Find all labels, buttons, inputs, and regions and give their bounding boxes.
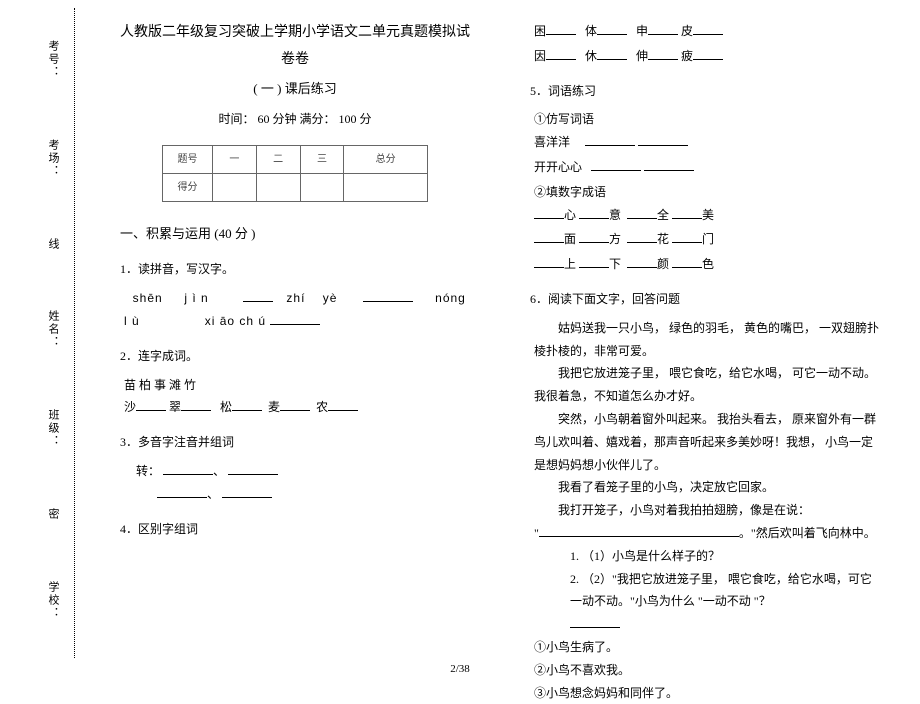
blank-field[interactable] — [163, 463, 213, 475]
cell[interactable] — [256, 173, 300, 201]
page-content: 人教版二年级复习突破上学期小学语文二单元真题模拟试卷卷 ( 一 ) 课后练习 时… — [90, 0, 920, 681]
sub-question: 2. （2）"我把它放进笼子里， 喂它食吃，给它水喝，可它一动不动。"小鸟为什么… — [530, 568, 880, 614]
imitate-row: 喜洋洋 — [530, 131, 880, 154]
blank-field[interactable] — [181, 399, 211, 411]
passage-paragraph: 我看了看笼子里的小鸟，决定放它回家。 — [530, 476, 880, 499]
answer-blank-row — [530, 613, 880, 636]
cell: 三 — [300, 145, 344, 173]
blank-field[interactable] — [648, 48, 678, 60]
question-label: 5．词语练习 — [530, 80, 880, 103]
question-label: 1．读拼音，写汉字。 — [120, 258, 470, 281]
blank-field[interactable] — [534, 207, 564, 219]
margin-xingming: 姓名： — [45, 310, 61, 349]
passage-paragraph: 姑妈送我一只小鸟， 绿色的羽毛， 黄色的嘴巴， 一双翅膀扑棱扑棱的，非常可爱。 — [530, 317, 880, 363]
imitate-row: 开开心心 — [530, 156, 880, 179]
blank-field[interactable] — [597, 48, 627, 60]
sub-question: 1. （1）小鸟是什么样子的？ — [530, 545, 880, 568]
table-row: 题号 一 二 三 总分 — [163, 145, 428, 173]
passage-paragraph: 突然，小鸟朝着窗外叫起来。 我抬头看去， 原来窗外有一群鸟儿欢叫着、嬉戏着，那声… — [530, 408, 880, 476]
blank-field[interactable] — [232, 399, 262, 411]
word-row: 沙 翠 松 麦 农 — [120, 396, 470, 419]
blank-field[interactable] — [693, 48, 723, 60]
blank-field[interactable] — [546, 48, 576, 60]
cell: 二 — [256, 145, 300, 173]
distinguish-row: 困 体 申 皮 — [530, 20, 880, 43]
blank-field[interactable] — [280, 399, 310, 411]
word-row: 苗 柏 事 滩 竹 — [120, 374, 470, 397]
blank-field[interactable] — [539, 525, 739, 537]
option: ③小鸟想念妈妈和同伴了。 — [530, 682, 880, 704]
table-row: 得分 — [163, 173, 428, 201]
blank-field[interactable] — [546, 23, 576, 35]
polyphone-line: 、 — [120, 483, 470, 506]
idiom-row: 上 下 颜 色 — [530, 253, 880, 276]
blank-field[interactable] — [328, 399, 358, 411]
blank-field[interactable] — [672, 207, 702, 219]
passage-paragraph: 我打开笼子，小鸟对着我拍拍翅膀，像是在说： "。"然后欢叫着飞向林中。 — [530, 499, 880, 545]
cell[interactable] — [344, 173, 428, 201]
blank-field[interactable] — [648, 23, 678, 35]
blank-field[interactable] — [693, 23, 723, 35]
blank-field[interactable] — [534, 256, 564, 268]
margin-kaohao: 考号： — [45, 40, 61, 79]
blank-field[interactable] — [228, 463, 278, 475]
cell-label: 题号 — [163, 145, 213, 173]
column-left: 人教版二年级复习突破上学期小学语文二单元真题模拟试卷卷 ( 一 ) 课后练习 时… — [90, 0, 490, 681]
blank-field[interactable] — [638, 134, 688, 146]
pinyin-line-2: l ù xi āo ch ú — [120, 310, 470, 333]
idiom-row: 面 方 花 门 — [530, 228, 880, 251]
blank-field[interactable] — [579, 256, 609, 268]
cell[interactable] — [213, 173, 257, 201]
cell[interactable] — [300, 173, 344, 201]
score-table: 题号 一 二 三 总分 得分 — [162, 145, 428, 202]
blank-field[interactable] — [597, 23, 627, 35]
blank-field[interactable] — [644, 159, 694, 171]
section-heading: 一、积累与运用 (40 分 ) — [120, 222, 470, 247]
pinyin-line-1: shēn j ì n zhí yè nóng — [120, 287, 470, 310]
vertical-dotted-separator — [74, 8, 75, 658]
blank-field[interactable] — [136, 399, 166, 411]
margin-xian: 线 — [45, 238, 61, 251]
blank-field[interactable] — [579, 231, 609, 243]
blank-field[interactable] — [157, 486, 207, 498]
page-number: 2/38 — [0, 663, 920, 675]
sub-label: ②填数字成语 — [530, 181, 880, 204]
blank-field[interactable] — [579, 207, 609, 219]
cell-label: 得分 — [163, 173, 213, 201]
blank-field[interactable] — [585, 134, 635, 146]
margin-kaochang: 考场： — [45, 139, 61, 178]
idiom-row: 心 意 全 美 — [530, 204, 880, 227]
polyphone-line: 转： 、 — [120, 460, 470, 483]
question-label: 6．阅读下面文字，回答问题 — [530, 288, 880, 311]
blank-field[interactable] — [222, 486, 272, 498]
sub-label: ①仿写词语 — [530, 108, 880, 131]
blank-field[interactable] — [363, 290, 413, 302]
binding-margin: 考号： 考场： 线 姓名： 班级： 密 学校： — [40, 10, 66, 650]
passage-paragraph: 我把它放进笼子里， 喂它食吃，给它水喝， 可它一动不动。我很着急，不知道怎么办才… — [530, 362, 880, 408]
exam-timing: 时间： 60 分钟 满分： 100 分 — [120, 108, 470, 131]
question-label: 4．区别字组词 — [120, 518, 470, 541]
margin-mi: 密 — [45, 508, 61, 521]
distinguish-row: 因 休 伸 疲 — [530, 45, 880, 68]
blank-field[interactable] — [672, 231, 702, 243]
exam-title: 人教版二年级复习突破上学期小学语文二单元真题模拟试卷卷 — [120, 20, 470, 73]
cell: 总分 — [344, 145, 428, 173]
cell: 一 — [213, 145, 257, 173]
blank-field[interactable] — [672, 256, 702, 268]
margin-banji: 班级： — [45, 409, 61, 448]
margin-xuexiao: 学校： — [45, 581, 61, 620]
blank-field[interactable] — [534, 231, 564, 243]
blank-field[interactable] — [591, 159, 641, 171]
question-label: 2．连字成词。 — [120, 345, 470, 368]
question-label: 3．多音字注音并组词 — [120, 431, 470, 454]
option: ①小鸟生病了。 — [530, 636, 880, 659]
blank-field[interactable] — [627, 231, 657, 243]
blank-field[interactable] — [627, 207, 657, 219]
exam-subtitle: ( 一 ) 课后练习 — [120, 77, 470, 102]
blank-field[interactable] — [243, 290, 273, 302]
column-right: 困 体 申 皮 因 休 伸 疲 5．词语练习 ①仿写词语 喜洋洋 开开心心 ②填… — [490, 0, 920, 681]
blank-field[interactable] — [570, 616, 620, 628]
blank-field[interactable] — [627, 256, 657, 268]
blank-field[interactable] — [270, 313, 320, 325]
